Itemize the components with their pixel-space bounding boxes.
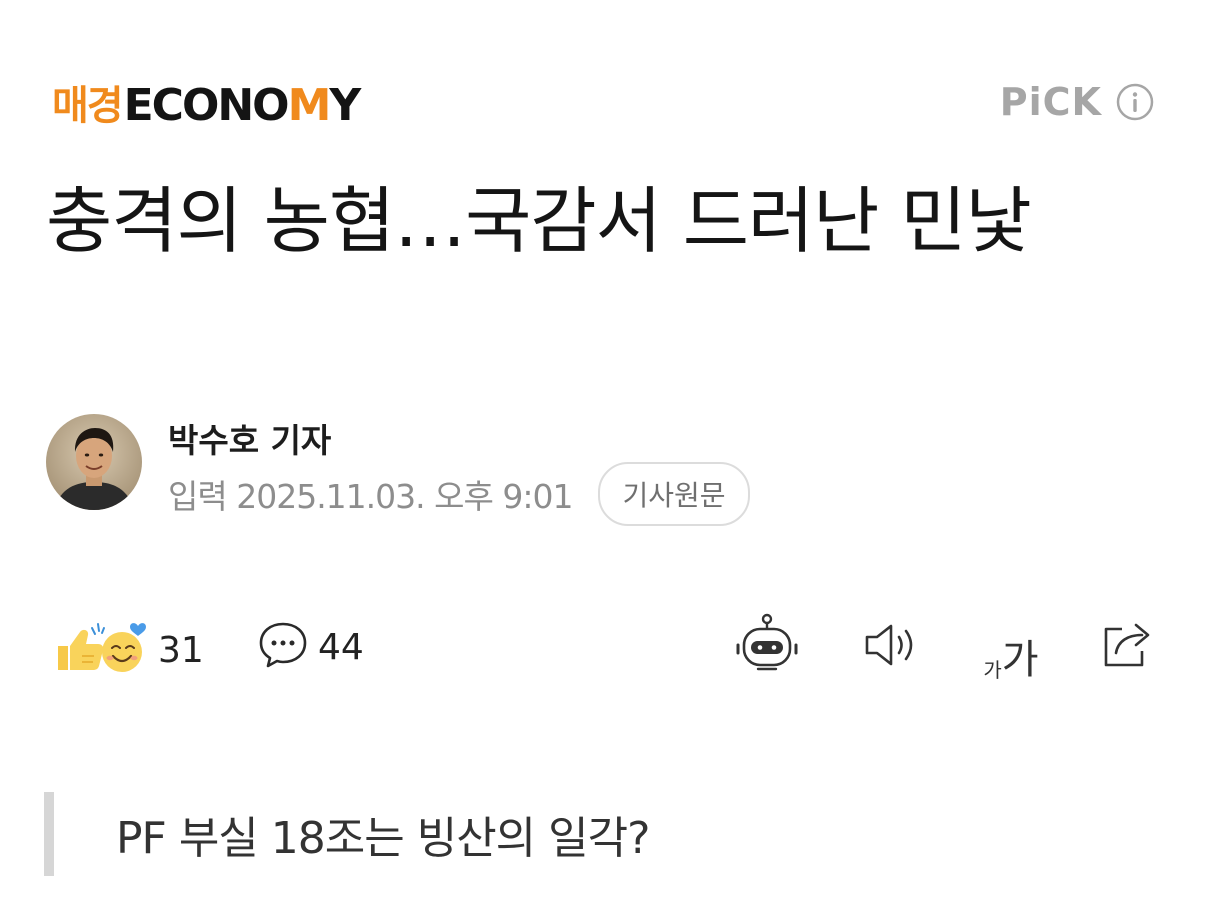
publish-date: 입력 2025.11.03. 오후 9:01	[168, 477, 573, 516]
font-size-small-glyph: 가	[983, 658, 1002, 682]
speaker-icon	[861, 620, 921, 674]
emoji-reaction-icon	[52, 620, 150, 680]
article-headline: 충격의 농협…국감서 드러난 민낯	[46, 179, 1032, 263]
share-button[interactable]	[1094, 614, 1160, 680]
article-meta: 입력 2025.11.03. 오후 9:01 기사원문	[168, 462, 750, 526]
comment-button[interactable]: 44	[258, 620, 364, 674]
ai-summary-bot-icon	[734, 613, 800, 681]
brand-logo[interactable]: 매경 ECONO M Y	[52, 78, 361, 134]
font-size-big-glyph: 가	[1001, 637, 1039, 683]
comment-count: 44	[318, 626, 364, 668]
author-name[interactable]: 박수호 기자	[168, 414, 331, 462]
brand-logo-name-2: Y	[329, 80, 361, 131]
info-circle-icon[interactable]	[1116, 83, 1154, 121]
brand-logo-prefix: 매경	[52, 83, 124, 129]
text-to-speech-button[interactable]	[858, 614, 924, 680]
reaction-count: 31	[158, 629, 204, 671]
font-size-button[interactable]: 가 가	[978, 614, 1044, 680]
article-subheading: PF 부실 18조는 빙산의 일각?	[116, 813, 650, 864]
pick-label: PiCK	[999, 80, 1102, 124]
article-subheading-block: PF 부실 18조는 빙산의 일각?	[44, 792, 650, 876]
share-icon	[1098, 619, 1156, 675]
ai-summary-bot-button[interactable]	[734, 613, 800, 681]
original-article-button[interactable]: 기사원문	[598, 462, 750, 526]
pick-badge[interactable]: PiCK	[1000, 80, 1154, 124]
comment-bubble-icon	[258, 620, 308, 674]
reaction-button[interactable]: 31	[52, 620, 204, 680]
brand-logo-name-highlight: M	[287, 80, 332, 131]
brand-logo-name-1: ECONO	[123, 80, 290, 131]
author-avatar[interactable]	[46, 414, 142, 510]
